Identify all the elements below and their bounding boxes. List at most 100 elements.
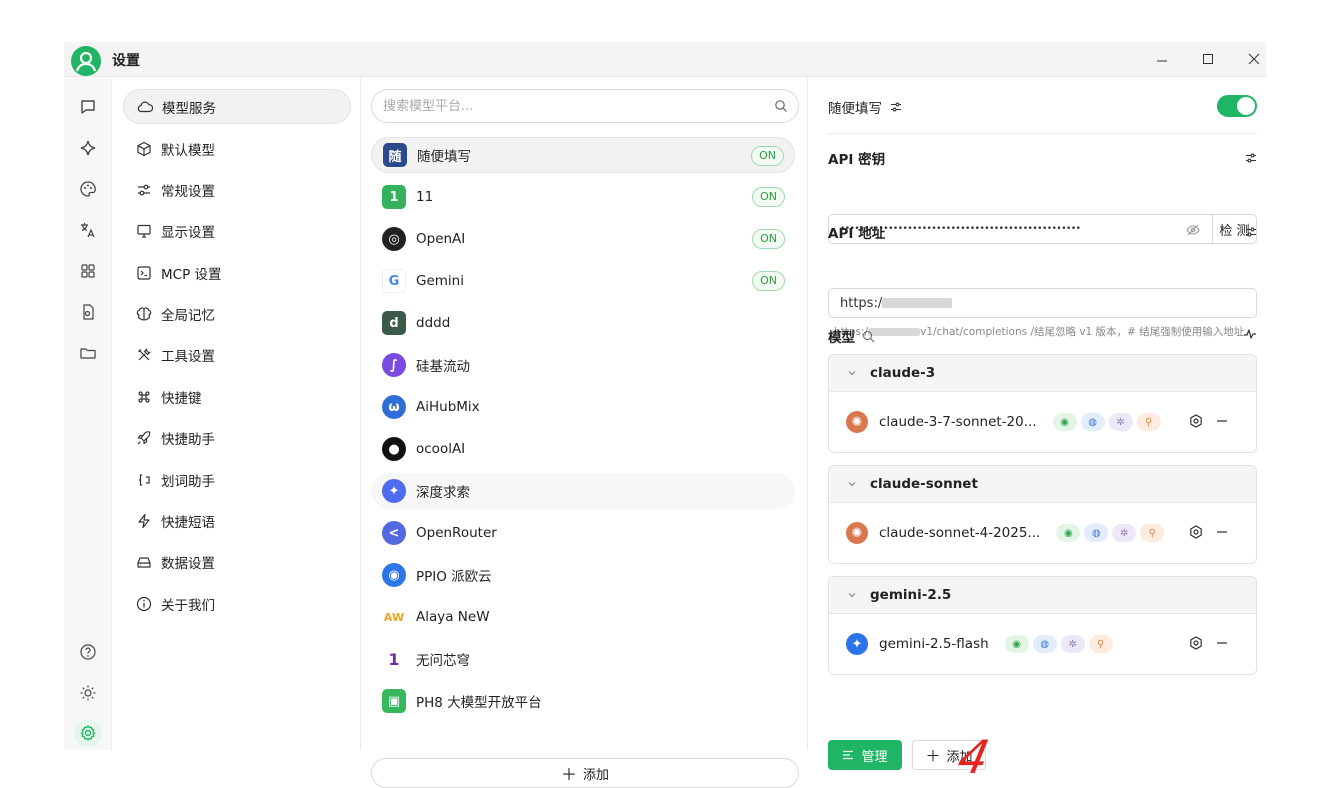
api-url-field[interactable]: https:/ [828,288,1257,318]
model-settings-icon[interactable] [1188,524,1204,540]
menu-item-selection-assistant[interactable]: 划词助手 [123,462,351,497]
chat-icon[interactable] [76,95,100,119]
manage-models-button[interactable]: 管理 [828,740,902,770]
command-icon [135,388,153,406]
translate-icon[interactable] [76,218,100,242]
model-group-header[interactable]: gemini-2.5 [829,577,1256,614]
provider-item[interactable]: 1 11 ON [371,179,795,215]
window-title: 设置 [112,53,140,69]
model-row: ✺ claude-3-7-sonnet-20... ◉ ◍ ✲ ⚲ [829,392,1256,452]
maximize-icon [1203,54,1213,64]
model-group-name: claude-sonnet [870,476,978,492]
status-badge: ON [752,187,785,207]
provider-name: dddd [416,315,451,331]
menu-item-quick-assistant[interactable]: 快捷助手 [123,420,351,455]
provider-item[interactable]: < OpenRouter [371,515,795,551]
web-search-icon: ◍ [1032,635,1057,653]
monitor-icon [135,222,153,240]
provider-search-input[interactable] [383,96,763,116]
tool-icon: ⚲ [1088,635,1113,653]
plus-icon: ＋ [925,746,941,765]
provider-logo-icon: ● [382,437,406,461]
menu-item-quick-phrases[interactable]: 快捷短语 [123,503,351,538]
help-icon[interactable] [76,640,100,664]
sliders-icon[interactable] [1245,149,1257,168]
reasoning-icon: ✲ [1112,524,1137,542]
provider-list-panel: 随随便填写ON111ON◎OpenAIONGGeminiONddddd∫硅基流动… [362,78,808,788]
maximize-button[interactable] [1194,46,1222,72]
provider-item[interactable]: ✦ 深度求索 [371,473,795,509]
model-name: gemini-2.5-flash [879,636,989,652]
remove-model-icon[interactable] [1214,524,1230,540]
provider-name: OpenAI [416,231,466,247]
vision-icon: ◉ [1056,524,1081,542]
eye-off-icon[interactable] [1186,223,1200,237]
add-provider-button[interactable]: ＋添加 [371,758,799,788]
minimize-button[interactable] [1148,46,1176,72]
provider-detail-panel: 随便填写 API 密钥 ••••••••••••••••••••••••••••… [809,78,1266,784]
model-settings-icon[interactable] [1188,635,1204,651]
sliders-icon[interactable] [1245,223,1257,242]
health-check-icon[interactable] [1243,326,1257,345]
menu-item-general[interactable]: 常规设置 [123,172,351,207]
api-url-hint: https:/v1/chat/completions /结尾忽略 v1 版本，#… [834,326,1245,338]
provider-item[interactable]: ▣ PH8 大模型开放平台 [371,683,795,719]
menu-item-tools[interactable]: 工具设置 [123,337,351,372]
cube-icon [135,140,153,158]
search-icon [775,100,787,112]
file-search-icon[interactable] [76,300,100,324]
remove-model-icon[interactable] [1214,413,1230,429]
model-group: gemini-2.5 ✦ gemini-2.5-flash ◉ ◍ ✲ ⚲ [828,576,1257,675]
grid-icon[interactable] [76,259,100,283]
provider-logo-icon: 1 [382,185,406,209]
avatar[interactable] [71,46,101,76]
redacted-text [868,328,921,336]
provider-item[interactable]: ◉ PPIO 派欧云 [371,557,795,593]
menu-item-mcp[interactable]: MCP 设置 [123,255,351,290]
sun-icon[interactable] [76,681,100,705]
api-key-field[interactable]: ••••••••••••••••••••••••••••••••••••••••… [828,214,1213,244]
settings-icon[interactable] [74,719,102,747]
provider-item[interactable]: ◎ OpenAI ON [371,221,795,257]
model-group-header[interactable]: claude-sonnet [829,466,1256,503]
menu-item-about[interactable]: 关于我们 [123,586,351,621]
provider-item[interactable]: G Gemini ON [371,263,795,299]
rocket-icon [135,429,153,447]
provider-item[interactable]: d dddd [371,305,795,341]
provider-item[interactable]: AW Alaya NeW [371,599,795,635]
model-settings-icon[interactable] [1188,413,1204,429]
menu-item-shortcuts[interactable]: 快捷键 [123,379,351,414]
provider-name: ocoolAI [416,441,466,457]
close-button[interactable] [1240,46,1268,72]
provider-item[interactable]: ∫ 硅基流动 [371,347,795,383]
api-url-label: API 地址 [828,226,886,242]
provider-search [371,89,799,123]
menu-item-memory[interactable]: 全局记忆 [123,296,351,331]
provider-logo-icon: < [382,521,406,545]
menu-item-default-model[interactable]: 默认模型 [123,131,351,166]
provider-name: PH8 大模型开放平台 [416,695,542,711]
provider-item[interactable]: ω AiHubMix [371,389,795,425]
menu-item-data[interactable]: 数据设置 [123,544,351,579]
provider-enable-toggle[interactable] [1217,95,1257,117]
provider-logo-icon: ◎ [382,227,406,251]
remove-model-icon[interactable] [1214,635,1230,651]
web-search-icon: ◍ [1084,524,1109,542]
provider-item[interactable]: ● ocoolAI [371,431,795,467]
sliders-icon[interactable] [890,101,902,113]
provider-name: 11 [416,189,434,205]
status-badge: ON [752,229,785,249]
palette-icon[interactable] [76,177,100,201]
provider-name: AiHubMix [416,399,480,415]
model-name: claude-sonnet-4-2025... [879,525,1041,541]
provider-item[interactable]: 随随便填写 ON [371,137,795,173]
menu-item-model-service[interactable]: 模型服务 [123,89,351,124]
reasoning-icon: ✲ [1060,635,1085,653]
model-group-header[interactable]: claude-3 [829,355,1256,392]
provider-item[interactable]: 1 无问芯穹 [371,641,795,677]
provider-logo-icon: ◉ [382,563,406,587]
sparkle-icon[interactable] [76,136,100,160]
search-icon[interactable] [862,330,875,343]
folder-icon[interactable] [76,341,100,365]
menu-item-display[interactable]: 显示设置 [123,213,351,248]
